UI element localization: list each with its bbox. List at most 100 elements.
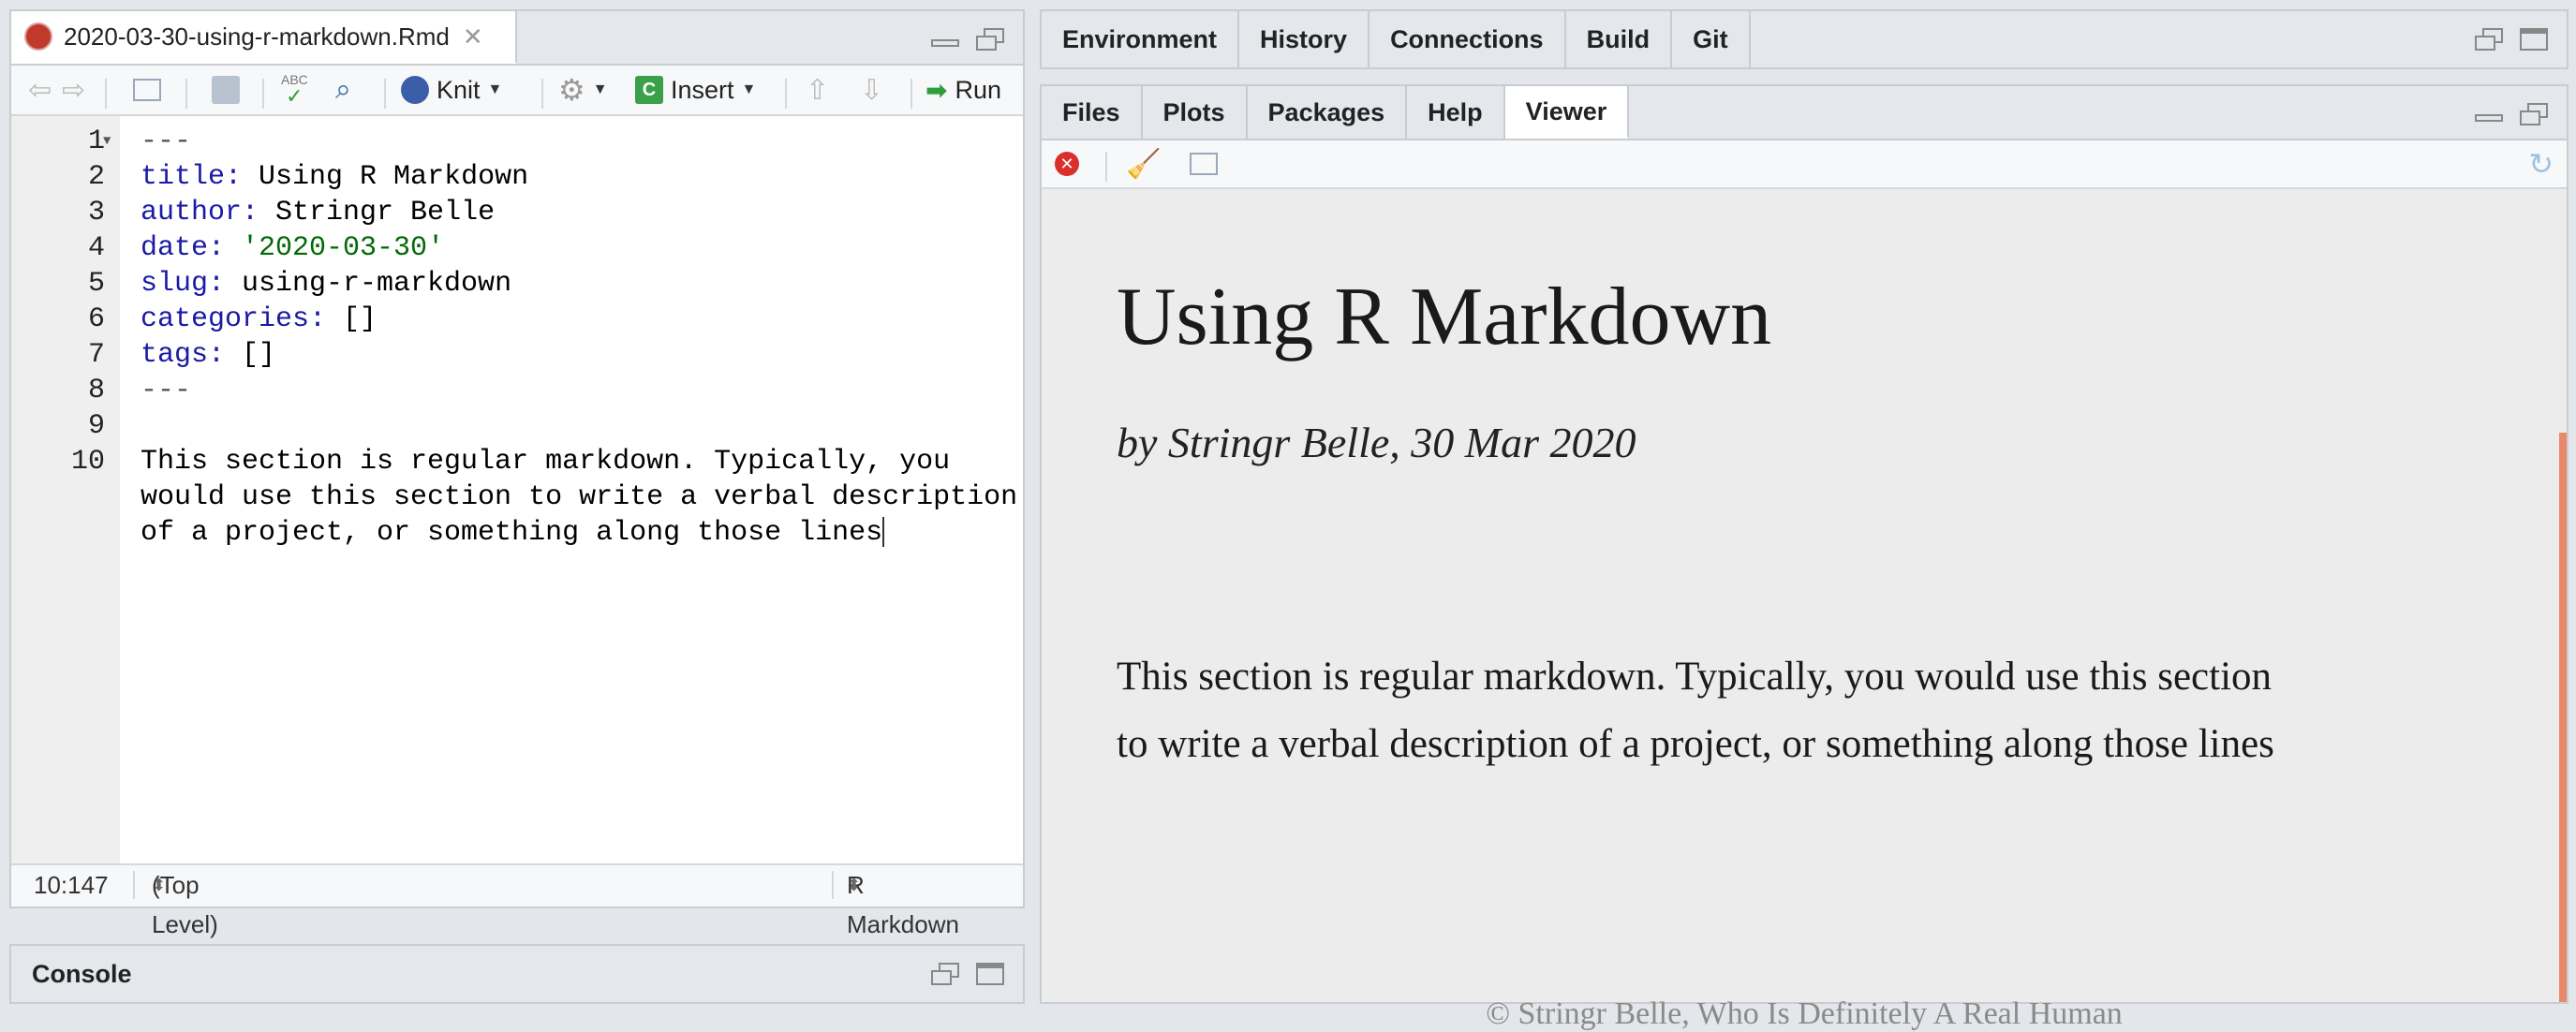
refresh-icon[interactable]: ↻ bbox=[2528, 140, 2554, 187]
clear-viewer-icon[interactable]: ✕ bbox=[1055, 140, 1079, 187]
line-number: 4 bbox=[87, 232, 105, 264]
code-line[interactable]: 10 This section is regular markdown. Typi… bbox=[11, 444, 1023, 479]
knit-label: Knit bbox=[437, 75, 481, 104]
tab-git[interactable]: Git bbox=[1672, 11, 1751, 67]
maximize-icon[interactable] bbox=[2518, 28, 2550, 51]
file-tab[interactable]: 2020-03-30-using-r-markdown.Rmd ✕ bbox=[11, 11, 517, 64]
code-line[interactable]: 8 --- bbox=[11, 373, 1023, 408]
gear-icon: ⚙ bbox=[558, 73, 585, 107]
go-to-next-chunk-icon[interactable]: ⇩ bbox=[860, 66, 883, 114]
code-token: of a project, or something along those l… bbox=[141, 517, 883, 549]
tab-help[interactable]: Help bbox=[1407, 86, 1505, 139]
minimize-icon[interactable] bbox=[929, 28, 961, 51]
code-line[interactable]: 3 author: Stringr Belle bbox=[11, 195, 1023, 230]
line-number: 1 bbox=[87, 125, 105, 157]
forward-arrow-icon[interactable]: ⇨ bbox=[62, 66, 85, 114]
code-token: would use this section to write a verbal… bbox=[141, 481, 1018, 513]
cursor-position: 10:147 bbox=[34, 871, 109, 899]
code-editor[interactable]: 1 ▼ --- 2 title: Using R Markdown 3 author: St… bbox=[11, 116, 1023, 865]
source-window-buttons bbox=[929, 28, 1006, 51]
line-content: would use this section to write a verbal… bbox=[141, 479, 1017, 515]
restore-icon[interactable] bbox=[2518, 103, 2550, 125]
code-token: title: bbox=[141, 161, 243, 193]
line-number: 2 bbox=[87, 161, 105, 193]
line-content: This section is regular markdown. Typica… bbox=[141, 444, 950, 479]
go-to-previous-chunk-icon[interactable]: ⇧ bbox=[806, 66, 829, 114]
broom-icon[interactable]: 🧹 bbox=[1126, 140, 1161, 187]
tab-plots[interactable]: Plots bbox=[1143, 86, 1248, 139]
code-line[interactable]: 2 title: Using R Markdown bbox=[11, 159, 1023, 195]
back-arrow-icon[interactable]: ⇦ bbox=[28, 66, 52, 114]
line-number: 10 bbox=[70, 446, 105, 478]
tab-environment[interactable]: Environment bbox=[1042, 11, 1240, 67]
line-content: slug: using-r-markdown bbox=[141, 266, 511, 302]
tab-build[interactable]: Build bbox=[1566, 11, 1673, 67]
settings-button[interactable]: ⚙ ▼ bbox=[558, 66, 608, 114]
updown-icon: ⬍ bbox=[152, 876, 167, 894]
code-line[interactable]: 5 slug: using-r-markdown bbox=[11, 266, 1023, 302]
code-line[interactable]: 4 date: '2020-03-30' bbox=[11, 230, 1023, 266]
code-token: --- bbox=[141, 125, 192, 157]
chevron-down-icon: ▼ bbox=[487, 81, 503, 97]
insert-label: Insert bbox=[671, 75, 734, 104]
page-title: Using R Markdown bbox=[1117, 272, 1772, 362]
line-content: --- bbox=[141, 373, 191, 408]
tab-viewer[interactable]: Viewer bbox=[1504, 86, 1630, 139]
code-token: '2020-03-30' bbox=[242, 232, 445, 264]
text-cursor bbox=[882, 517, 885, 548]
spellcheck-icon[interactable]: ABC ✓ bbox=[281, 66, 308, 114]
line-number: 6 bbox=[87, 303, 105, 335]
fold-arrow-icon[interactable]: ▼ bbox=[103, 124, 111, 159]
show-in-window-icon[interactable] bbox=[133, 66, 161, 114]
show-in-window-icon[interactable] bbox=[1190, 140, 1218, 187]
env-window-buttons bbox=[2473, 28, 2550, 51]
code-line[interactable]: of a project, or something along those l… bbox=[11, 515, 1023, 551]
maximize-icon[interactable] bbox=[974, 963, 1006, 985]
insert-chunk-icon: C bbox=[635, 76, 663, 104]
code-token: Using R Markdown bbox=[242, 161, 529, 193]
minimize-icon[interactable] bbox=[2473, 103, 2505, 125]
tab-history[interactable]: History bbox=[1239, 11, 1370, 67]
close-tab-icon[interactable]: ✕ bbox=[463, 22, 483, 52]
console-title[interactable]: Console bbox=[32, 946, 132, 1002]
console-pane: Console bbox=[9, 944, 1025, 1004]
tab-connections[interactable]: Connections bbox=[1369, 11, 1566, 67]
files-tabs: Files Plots Packages Help Viewer bbox=[1042, 86, 1630, 139]
restore-icon[interactable] bbox=[929, 963, 961, 985]
viewer-toolbar: ✕ 🧹 ↻ bbox=[1042, 140, 2567, 189]
line-number: 7 bbox=[87, 339, 105, 371]
tab-files[interactable]: Files bbox=[1042, 86, 1143, 139]
run-button[interactable]: ➡ Run bbox=[925, 66, 1001, 114]
line-content: tags: [] bbox=[141, 337, 275, 373]
run-label: Run bbox=[955, 75, 1001, 104]
page-byline: by Stringr Belle, 30 Mar 2020 bbox=[1117, 419, 1636, 466]
page-body-line-1: This section is regular markdown. Typica… bbox=[1117, 655, 2273, 699]
code-line[interactable]: 1 ▼ --- bbox=[11, 124, 1023, 159]
line-number: 9 bbox=[87, 410, 105, 442]
code-token: This section is regular markdown. Typica… bbox=[141, 446, 951, 478]
tab-packages[interactable]: Packages bbox=[1248, 86, 1408, 139]
line-number: 5 bbox=[87, 268, 105, 300]
line-content: --- bbox=[141, 124, 191, 159]
viewer-tabbar: Files Plots Packages Help Viewer bbox=[1042, 86, 2567, 140]
files-viewer-pane: Files Plots Packages Help Viewer ✕ 🧹 ↻ Using… bbox=[1040, 84, 2569, 1031]
code-line[interactable]: 7 tags: [] bbox=[11, 337, 1023, 373]
viewer-scrollbar[interactable] bbox=[2559, 433, 2567, 1002]
page-body-line-2: to write a verbal description of a proje… bbox=[1117, 722, 2274, 766]
save-icon[interactable] bbox=[212, 66, 240, 114]
rmd-file-icon bbox=[24, 22, 52, 51]
insert-chunk-button[interactable]: C Insert ▼ bbox=[635, 66, 756, 114]
source-tabbar: 2020-03-30-using-r-markdown.Rmd ✕ bbox=[11, 11, 1023, 66]
chevron-down-icon: ▼ bbox=[592, 81, 608, 97]
code-line[interactable]: would use this section to write a verbal… bbox=[11, 479, 1023, 515]
code-token: slug: bbox=[141, 268, 226, 300]
code-line[interactable]: 9 bbox=[11, 408, 1023, 444]
code-line[interactable]: 6 categories: [] bbox=[11, 302, 1023, 337]
knit-button[interactable]: Knit ▼ bbox=[401, 66, 502, 114]
restore-icon[interactable] bbox=[974, 28, 1006, 51]
search-icon[interactable]: ⌕ bbox=[335, 66, 351, 114]
code-token: categories: bbox=[141, 303, 327, 335]
run-arrow-icon: ➡ bbox=[925, 75, 948, 105]
restore-icon[interactable] bbox=[2473, 28, 2505, 51]
